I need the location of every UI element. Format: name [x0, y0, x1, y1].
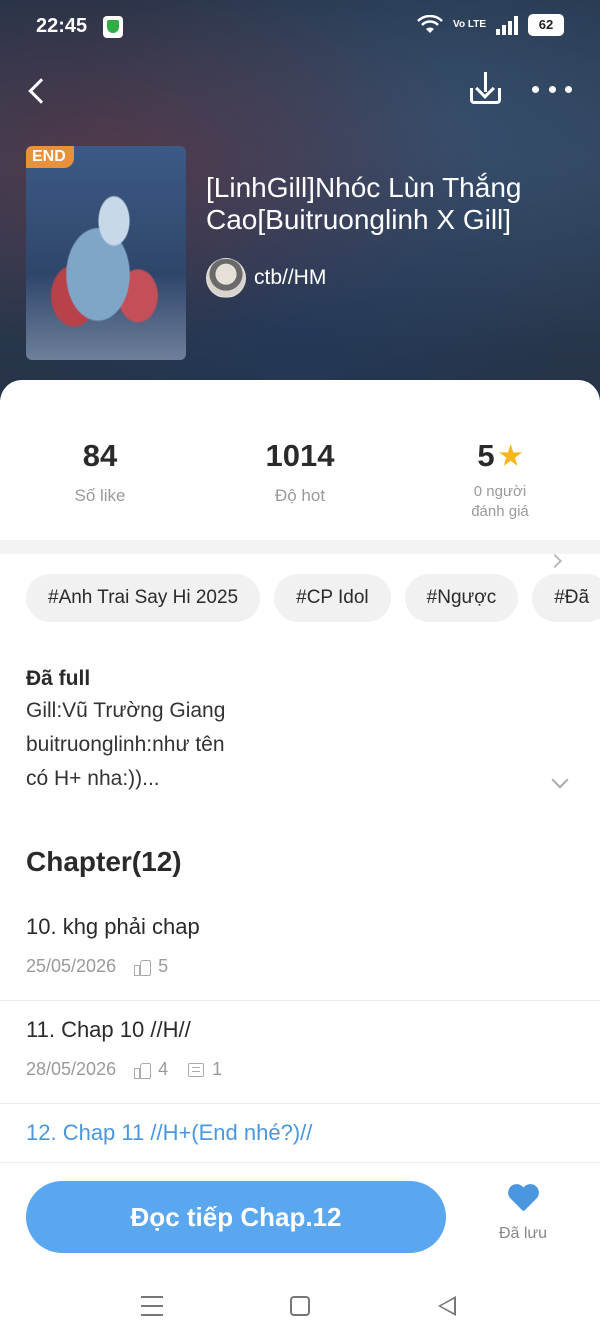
- chapter-likes: 5: [158, 956, 169, 976]
- chapter-header: Chapter(12): [26, 846, 182, 877]
- hot-label: Độ hot: [274, 486, 326, 505]
- chapter-item[interactable]: 11. Chap 10 //H// 28/05/2026 4 1: [0, 1001, 600, 1104]
- menu-icon[interactable]: [141, 1296, 163, 1316]
- chapter-title: 12. Chap 11 //H+(End nhé?)//: [26, 1120, 313, 1145]
- description-line: Gill:Vũ Trường Giang: [26, 699, 226, 722]
- system-nav-bar: [0, 1272, 600, 1343]
- saved-label: Đã lưu: [498, 1225, 548, 1242]
- avatar: [206, 258, 246, 298]
- description: Đã full Gill:Vũ Trường Giang buitruongli…: [26, 664, 546, 796]
- chevron-down-icon[interactable]: [551, 771, 569, 789]
- tag-chip[interactable]: #Anh Trai Say Hi 2025: [26, 574, 261, 622]
- chapter-list: 10. khg phải chap 25/05/2026 5 11. Chap …: [0, 898, 600, 1207]
- chapter-date: 28/05/2026: [26, 1059, 117, 1079]
- download-icon[interactable]: [468, 70, 504, 110]
- comment-icon: [188, 1062, 205, 1077]
- tag-chip[interactable]: #Ngược: [404, 574, 519, 622]
- likes-count: 84: [82, 438, 118, 473]
- tag-chip[interactable]: #Đã: [532, 574, 600, 622]
- author-name: ctb//HM: [254, 266, 327, 289]
- top-nav: [0, 66, 600, 116]
- bottom-action-bar: Đọc tiếp Chap.12 Đã lưu: [0, 1162, 600, 1272]
- chapter-likes: 4: [158, 1059, 169, 1079]
- status-time: 22:45: [36, 15, 88, 37]
- shield-icon: [103, 16, 123, 38]
- continue-reading-button[interactable]: Đọc tiếp Chap.12: [26, 1181, 446, 1253]
- hot-count: 1014: [265, 438, 335, 473]
- stat-likes: 84 Số like: [0, 436, 200, 506]
- thumb-up-icon: [134, 1062, 152, 1079]
- story-title: [LinhGill]Nhóc Lùn Thắng Cao[Buitruongli…: [206, 172, 522, 235]
- stats-row: 84 Số like 1014 Độ hot 5 0 người đánh giá: [0, 436, 600, 569]
- chapter-comments: 1: [212, 1059, 223, 1079]
- signal-icon: [496, 15, 518, 35]
- status-indicators: Vo LTE 62: [417, 14, 564, 36]
- wifi-icon: [417, 15, 443, 33]
- heart-icon: [507, 1185, 539, 1215]
- stat-rating[interactable]: 5 0 người đánh giá: [400, 436, 600, 522]
- stat-hot: 1014 Độ hot: [200, 436, 400, 506]
- chevron-right-icon[interactable]: [547, 553, 563, 569]
- status-bar: 22:45 Vo LTE 62: [0, 0, 600, 54]
- completion-status: Đã full: [26, 667, 91, 690]
- thumb-up-icon: [134, 959, 152, 976]
- story-cover[interactable]: END: [26, 146, 186, 360]
- chapter-title: 10. khg phải chap: [26, 914, 200, 939]
- rating-label: đánh giá: [471, 503, 529, 520]
- star-icon: [499, 444, 523, 466]
- section-divider: [0, 540, 600, 554]
- rating-value: 5: [477, 438, 495, 473]
- tag-list: #Anh Trai Say Hi 2025 #CP Idol #Ngược #Đ…: [26, 574, 600, 622]
- more-icon[interactable]: [532, 76, 572, 102]
- rating-count-label: 0 người: [473, 483, 527, 500]
- description-line: buitruonglinh:như tên: [26, 733, 225, 756]
- back-icon[interactable]: [22, 72, 58, 108]
- chapter-item[interactable]: 10. khg phải chap 25/05/2026 5: [0, 898, 600, 1001]
- chapter-title: 11. Chap 10 //H//: [26, 1017, 191, 1042]
- battery-icon: 62: [528, 14, 564, 36]
- chapter-date: 25/05/2026: [26, 956, 117, 976]
- description-line: có H+ nha:))...: [26, 767, 160, 790]
- home-icon[interactable]: [290, 1296, 310, 1316]
- likes-label: Số like: [74, 486, 126, 505]
- author-link[interactable]: ctb//HM: [206, 258, 326, 298]
- save-button[interactable]: Đã lưu: [488, 1185, 558, 1243]
- end-badge: END: [26, 146, 74, 168]
- network-type: Vo LTE: [453, 19, 486, 30]
- tag-chip[interactable]: #CP Idol: [274, 574, 391, 622]
- nav-back-icon[interactable]: [438, 1296, 456, 1316]
